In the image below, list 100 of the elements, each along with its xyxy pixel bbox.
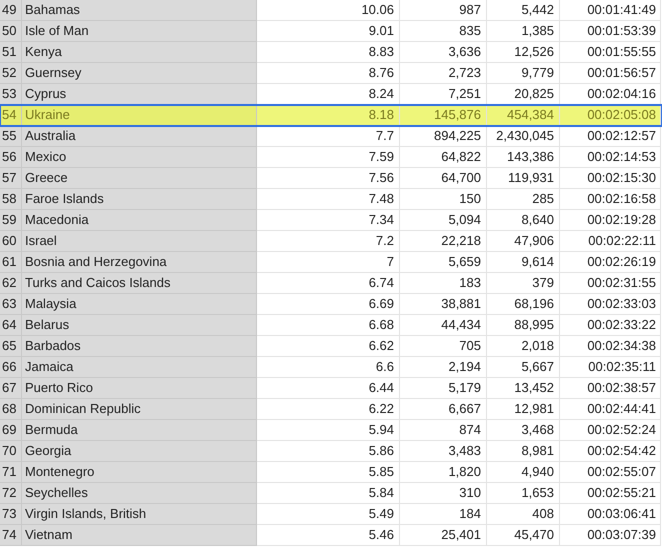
table-cell: 8,640 bbox=[487, 210, 560, 231]
table-cell: 00:02:33:03 bbox=[560, 294, 661, 315]
table-cell: 00:02:55:07 bbox=[560, 462, 661, 483]
table-row[interactable]: 66 Jamaica 6.6 2,194 5,667 00:02:35:11 bbox=[0, 357, 662, 378]
row-number: 57 bbox=[0, 168, 22, 189]
table-cell: Greece bbox=[22, 168, 257, 189]
table-cell: 408 bbox=[487, 504, 560, 525]
table-cell: Seychelles bbox=[22, 483, 257, 504]
table-row[interactable]: 57 Greece 7.56 64,700 119,931 00:02:15:30 bbox=[0, 168, 662, 189]
table-cell: 00:02:54:42 bbox=[560, 441, 661, 462]
table-row[interactable]: 54 Ukraine 8.18 145,876 454,384 00:02:05:08 bbox=[0, 105, 662, 126]
table-cell: Belarus bbox=[22, 315, 257, 336]
table-row[interactable]: 49 Bahamas 10.06 987 5,442 00:01:41:49 bbox=[0, 0, 662, 21]
table-cell: 3,468 bbox=[487, 420, 560, 441]
table-cell: Mexico bbox=[22, 147, 257, 168]
table-row[interactable]: 62 Turks and Caicos Islands 6.74 183 379 00:02:31:55 bbox=[0, 273, 662, 294]
table-cell: Bahamas bbox=[22, 0, 257, 21]
table-cell: 00:02:38:57 bbox=[560, 378, 661, 399]
table-cell: 00:01:55:55 bbox=[560, 42, 661, 63]
table-cell: 454,384 bbox=[487, 105, 560, 126]
row-number: 66 bbox=[0, 357, 22, 378]
table-cell: 8.83 bbox=[257, 42, 400, 63]
table-cell: Dominican Republic bbox=[22, 399, 257, 420]
table-cell: 47,906 bbox=[487, 231, 560, 252]
table-cell: Cyprus bbox=[22, 84, 257, 105]
row-number: 51 bbox=[0, 42, 22, 63]
table-cell: 285 bbox=[487, 189, 560, 210]
table-row[interactable]: 55 Australia 7.7 894,225 2,430,045 00:02:12:57 bbox=[0, 126, 662, 147]
table-cell: 5,667 bbox=[487, 357, 560, 378]
table-cell: 2,194 bbox=[400, 357, 487, 378]
table-cell: 894,225 bbox=[400, 126, 487, 147]
table-cell: 5.84 bbox=[257, 483, 400, 504]
row-number: 72 bbox=[0, 483, 22, 504]
table-cell: Georgia bbox=[22, 441, 257, 462]
table-cell: 13,452 bbox=[487, 378, 560, 399]
table-cell: 44,434 bbox=[400, 315, 487, 336]
table-row[interactable]: 68 Dominican Republic 6.22 6,667 12,981 00:02:44:41 bbox=[0, 399, 662, 420]
table-cell: 8,981 bbox=[487, 441, 560, 462]
table-cell: 00:02:19:28 bbox=[560, 210, 661, 231]
row-number: 55 bbox=[0, 126, 22, 147]
row-number: 74 bbox=[0, 525, 22, 546]
table-cell: Turks and Caicos Islands bbox=[22, 273, 257, 294]
table-row[interactable]: 65 Barbados 6.62 705 2,018 00:02:34:38 bbox=[0, 336, 662, 357]
table-cell: 00:03:07:39 bbox=[560, 525, 661, 546]
table-row[interactable]: 73 Virgin Islands, British 5.49 184 408 00:03:06:41 bbox=[0, 504, 662, 525]
table-cell: 7.34 bbox=[257, 210, 400, 231]
row-number: 52 bbox=[0, 63, 22, 84]
table-row[interactable]: 74 Vietnam 5.46 25,401 45,470 00:03:07:39 bbox=[0, 525, 662, 546]
table-cell: 5.49 bbox=[257, 504, 400, 525]
table-cell: 00:02:33:22 bbox=[560, 315, 661, 336]
table-cell: 5,659 bbox=[400, 252, 487, 273]
table-row[interactable]: 67 Puerto Rico 6.44 5,179 13,452 00:02:38:57 bbox=[0, 378, 662, 399]
table-row[interactable]: 58 Faroe Islands 7.48 150 285 00:02:16:58 bbox=[0, 189, 662, 210]
table-cell: 6.44 bbox=[257, 378, 400, 399]
table-row[interactable]: 61 Bosnia and Herzegovina 7 5,659 9,614 00:02:26:19 bbox=[0, 252, 662, 273]
table-row[interactable]: 51 Kenya 8.83 3,636 12,526 00:01:55:55 bbox=[0, 42, 662, 63]
table-cell: Barbados bbox=[22, 336, 257, 357]
table-cell: 00:02:35:11 bbox=[560, 357, 661, 378]
table-row[interactable]: 69 Bermuda 5.94 874 3,468 00:02:52:24 bbox=[0, 420, 662, 441]
table-cell: 7.56 bbox=[257, 168, 400, 189]
row-number: 68 bbox=[0, 399, 22, 420]
table-cell: 184 bbox=[400, 504, 487, 525]
table-cell: 12,981 bbox=[487, 399, 560, 420]
table-cell: Virgin Islands, British bbox=[22, 504, 257, 525]
table-row[interactable]: 56 Mexico 7.59 64,822 143,386 00:02:14:53 bbox=[0, 147, 662, 168]
table-row[interactable]: 50 Isle of Man 9.01 835 1,385 00:01:53:39 bbox=[0, 21, 662, 42]
table-cell: Kenya bbox=[22, 42, 257, 63]
table-row[interactable]: 63 Malaysia 6.69 38,881 68,196 00:02:33:03 bbox=[0, 294, 662, 315]
table-row[interactable]: 72 Seychelles 5.84 310 1,653 00:02:55:21 bbox=[0, 483, 662, 504]
table-cell: 00:02:15:30 bbox=[560, 168, 661, 189]
table-cell: 7 bbox=[257, 252, 400, 273]
table-cell: Bosnia and Herzegovina bbox=[22, 252, 257, 273]
row-number: 56 bbox=[0, 147, 22, 168]
table-row[interactable]: 70 Georgia 5.86 3,483 8,981 00:02:54:42 bbox=[0, 441, 662, 462]
table-row[interactable]: 59 Macedonia 7.34 5,094 8,640 00:02:19:28 bbox=[0, 210, 662, 231]
row-number: 60 bbox=[0, 231, 22, 252]
table-row[interactable]: 64 Belarus 6.68 44,434 88,995 00:02:33:22 bbox=[0, 315, 662, 336]
table-cell: 5.85 bbox=[257, 462, 400, 483]
table-cell: 6.6 bbox=[257, 357, 400, 378]
table-cell: Montenegro bbox=[22, 462, 257, 483]
table-cell: Faroe Islands bbox=[22, 189, 257, 210]
table-row[interactable]: 71 Montenegro 5.85 1,820 4,940 00:02:55:07 bbox=[0, 462, 662, 483]
table-cell: 5,094 bbox=[400, 210, 487, 231]
table-cell: 874 bbox=[400, 420, 487, 441]
table-cell: 1,820 bbox=[400, 462, 487, 483]
table-cell: 45,470 bbox=[487, 525, 560, 546]
table-row[interactable]: 53 Cyprus 8.24 7,251 20,825 00:02:04:16 bbox=[0, 84, 662, 105]
table-cell: 00:02:12:57 bbox=[560, 126, 661, 147]
row-number: 65 bbox=[0, 336, 22, 357]
table-cell: 9,779 bbox=[487, 63, 560, 84]
table-cell: 00:01:56:57 bbox=[560, 63, 661, 84]
table-cell: 00:02:52:24 bbox=[560, 420, 661, 441]
table-cell: Guernsey bbox=[22, 63, 257, 84]
table-cell: Macedonia bbox=[22, 210, 257, 231]
table-cell: 38,881 bbox=[400, 294, 487, 315]
table-row[interactable]: 60 Israel 7.2 22,218 47,906 00:02:22:11 bbox=[0, 231, 662, 252]
table-row[interactable]: 52 Guernsey 8.76 2,723 9,779 00:01:56:57 bbox=[0, 63, 662, 84]
table-cell: 4,940 bbox=[487, 462, 560, 483]
row-number: 73 bbox=[0, 504, 22, 525]
table-cell: 6.69 bbox=[257, 294, 400, 315]
